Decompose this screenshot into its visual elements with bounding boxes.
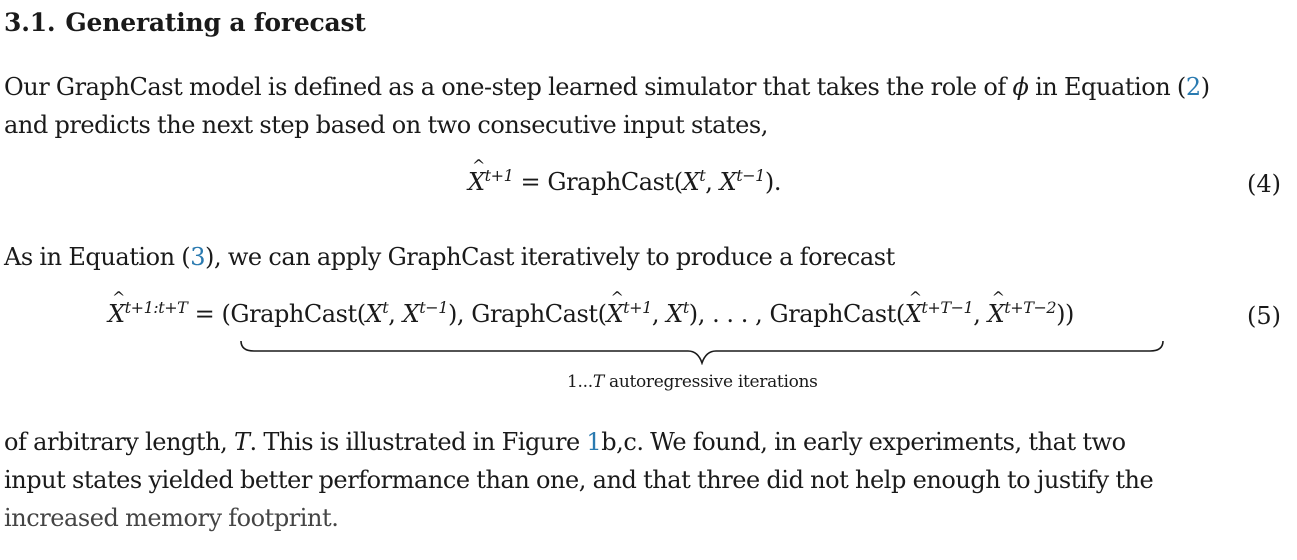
text-run: b,c. We found, in early experiments, tha… [601, 428, 1126, 456]
section-heading: 3.1. Generating a forecast [4, 8, 366, 37]
paragraph-length: of arbitrary length, T. This is illustra… [4, 423, 1289, 537]
phi-symbol: ϕ [1012, 73, 1029, 101]
superscript: t+1:t+T [124, 298, 188, 317]
close-paren: ). [764, 168, 782, 196]
text-run: . This is illustrated in Figure [249, 428, 587, 456]
x-hat-variable: X [468, 156, 485, 196]
x-hat-variable: X [108, 288, 125, 328]
x-variable: X [719, 168, 737, 196]
paragraph-length-line-3: increased memory footprint. [4, 504, 339, 532]
comma: , [705, 168, 720, 196]
section-number: 3.1. [4, 8, 56, 37]
comma: , [651, 300, 667, 328]
graphcast-function: GraphCast( [230, 300, 366, 328]
superscript: t+T−1 [921, 298, 974, 317]
text-run: ), we can apply GraphCast iteratively to… [205, 243, 895, 271]
comma: , [388, 300, 403, 328]
text-run: of arbitrary length, [4, 428, 234, 456]
paragraph-intro-line-1: Our GraphCast model is defined as a one-… [4, 68, 1289, 106]
superscript: t−1 [419, 298, 448, 317]
underbrace [240, 340, 1164, 365]
text-run: 1... [567, 372, 593, 392]
section-title: Generating a forecast [65, 8, 366, 37]
paper-page: 3.1. Generating a forecast Our GraphCast … [0, 0, 1297, 560]
x-variable: X [682, 168, 700, 196]
text-run: in Equation ( [1028, 73, 1186, 101]
equals-sign: = [513, 168, 548, 196]
paragraph-intro-line-2: and predicts the next step based on two … [4, 111, 768, 139]
graphcast-function: GraphCast( [769, 300, 906, 328]
superscript: t+1 [623, 298, 652, 317]
equation-4-number: (4) [1247, 170, 1281, 198]
paragraph-intro: Our GraphCast model is defined as a one-… [4, 68, 1289, 144]
text-run: autoregressive iterations [603, 372, 818, 392]
paragraph-length-line-1: of arbitrary length, T. This is illustra… [4, 423, 1289, 461]
graphcast-function: GraphCast( [471, 300, 607, 328]
equation-3-link[interactable]: 3 [190, 243, 205, 271]
paragraph-iterative-line-1: As in Equation (3), we can apply GraphCa… [4, 238, 1289, 276]
superscript: t+T−2 [1004, 298, 1057, 317]
t-variable: T [233, 428, 250, 456]
paragraph-length-line-2: input states yielded better performance … [4, 466, 1154, 494]
equation-5: Xt+1:t+T = (GraphCast(Xt, Xt−1), GraphCa… [108, 288, 1074, 328]
x-hat-variable: X [988, 288, 1005, 328]
equation-2-link[interactable]: 2 [1186, 73, 1201, 101]
underbrace-label: 1...T autoregressive iterations [567, 372, 818, 392]
comma: , [973, 300, 988, 328]
equation-4: Xt+1 = GraphCast(Xt, Xt−1). [468, 156, 782, 196]
x-variable: X [365, 300, 383, 328]
equals-sign: = [187, 300, 222, 328]
x-hat-variable: X [905, 288, 922, 328]
superscript: t+1 [484, 166, 514, 185]
x-hat-variable: X [607, 288, 624, 328]
superscript: t−1 [736, 166, 765, 185]
equation-5-number: (5) [1247, 302, 1281, 330]
x-variable: X [402, 300, 420, 328]
paragraph-iterative: As in Equation (3), we can apply GraphCa… [4, 238, 1289, 276]
close-paren-ellipsis: ), . . . , [688, 300, 770, 328]
t-variable: T [592, 372, 604, 392]
close-paren: )) [1056, 300, 1074, 328]
graphcast-function: GraphCast( [547, 168, 683, 196]
text-run: As in Equation ( [4, 243, 191, 271]
text-run: ) [1200, 73, 1210, 101]
text-run: Our GraphCast model is defined as a one-… [4, 73, 1013, 101]
figure-1-link[interactable]: 1 [586, 428, 601, 456]
close-paren: ), [447, 300, 472, 328]
x-variable: X [666, 300, 683, 328]
